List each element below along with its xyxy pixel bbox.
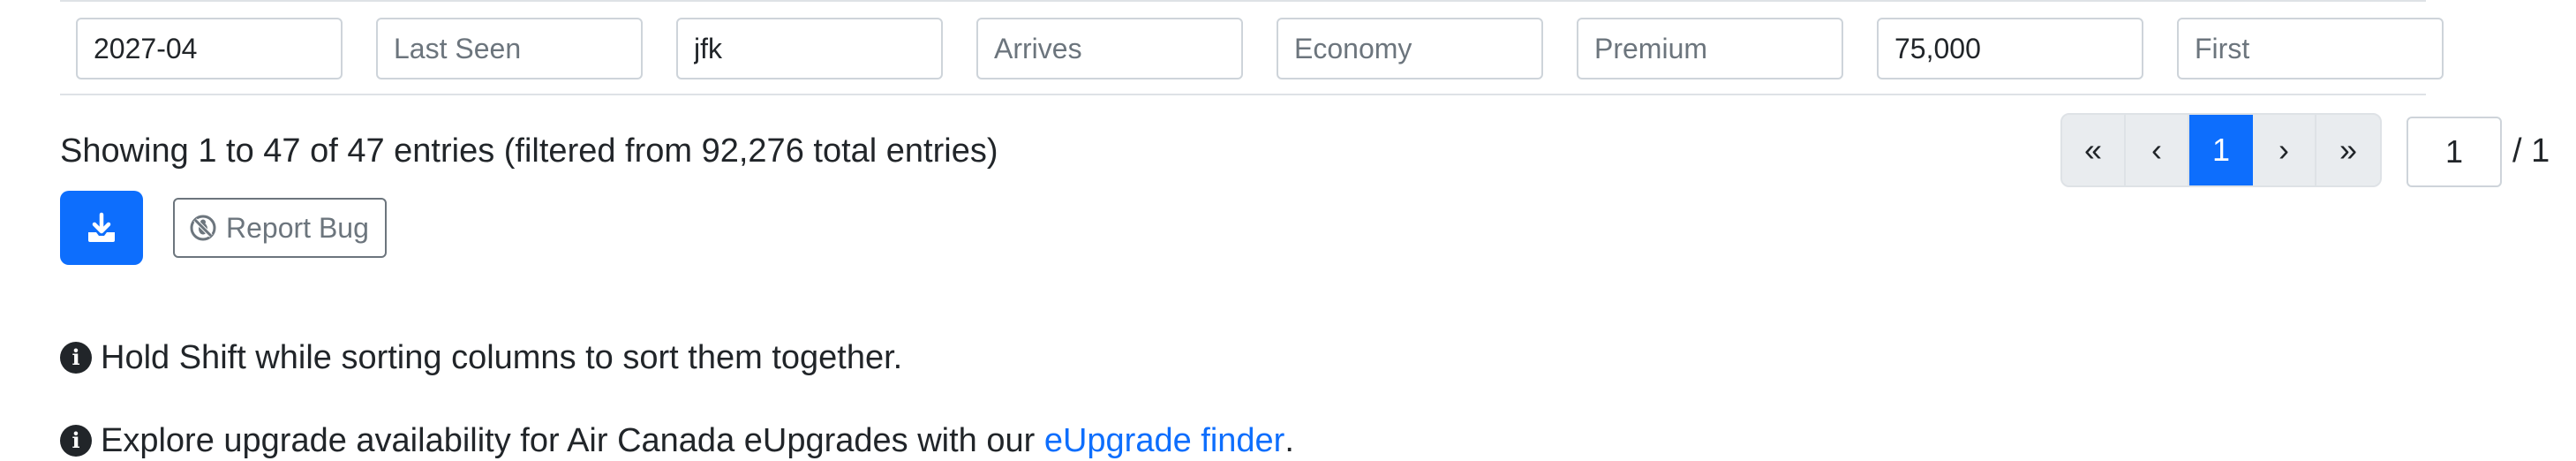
upgrade-hint-suffix: .	[1284, 422, 1294, 459]
filter-arrives-input[interactable]	[976, 18, 1243, 79]
upgrade-hint-text: Explore upgrade availability for Air Can…	[101, 422, 1044, 459]
info-icon: i	[60, 425, 92, 457]
report-bug-button[interactable]: Report Bug	[173, 198, 387, 258]
previous-page-button[interactable]: ‹	[2126, 115, 2189, 185]
upgrade-hint: i Explore upgrade availability for Air C…	[60, 419, 1294, 461]
page-number-input[interactable]	[2407, 117, 2502, 187]
info-icon: i	[60, 342, 92, 374]
first-page-button[interactable]: «	[2062, 115, 2126, 185]
sort-hint: i Hold Shift while sorting columns to so…	[60, 336, 902, 380]
last-page-button[interactable]: »	[2316, 115, 2380, 185]
sort-hint-text: Hold Shift while sorting columns to sort…	[101, 339, 903, 376]
download-icon	[88, 212, 115, 242]
report-bug-label: Report Bug	[226, 211, 369, 244]
filter-row	[60, 0, 2444, 95]
filter-business-input[interactable]	[1877, 18, 2143, 79]
filter-last-seen-input[interactable]	[376, 18, 643, 79]
pagination: « ‹ 1 › »	[2060, 113, 2382, 187]
page-total: / 1	[2512, 132, 2550, 170]
download-button[interactable]	[60, 191, 143, 265]
current-page-button[interactable]: 1	[2189, 115, 2253, 185]
next-page-button[interactable]: ›	[2253, 115, 2316, 185]
eupgrade-finder-link[interactable]: eUpgrade finder	[1044, 419, 1285, 461]
bug-slash-icon	[190, 215, 216, 241]
filter-premium-input[interactable]	[1577, 18, 1843, 79]
filter-economy-input[interactable]	[1277, 18, 1543, 79]
filter-month-input[interactable]	[76, 18, 343, 79]
filter-first-input[interactable]	[2177, 18, 2444, 79]
page: Showing 1 to 47 of 47 entries (filtered …	[0, 0, 2576, 461]
filter-departs-input[interactable]	[676, 18, 943, 79]
entries-info: Showing 1 to 47 of 47 entries (filtered …	[60, 132, 998, 170]
